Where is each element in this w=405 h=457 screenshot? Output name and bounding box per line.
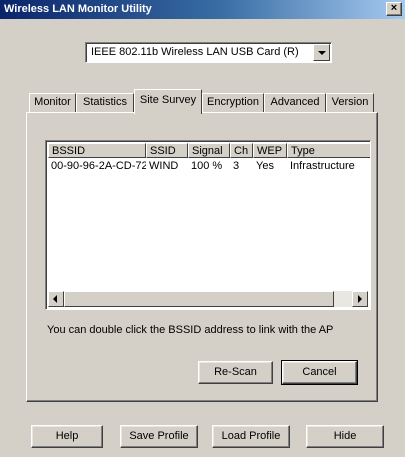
hint-text: You can double click the BSSID address t… [47,324,334,336]
tab-monitor[interactable]: Monitor [29,93,76,112]
cell-type: Infrastructure [290,160,355,172]
list-header: BSSID SSID Signal Ch WEP Type [48,143,370,158]
rescan-button[interactable]: Re-Scan [198,361,273,384]
tab-advanced[interactable]: Advanced [264,93,326,112]
app-window: Wireless LAN Monitor Utility × IEEE 802.… [0,0,405,457]
scroll-left-icon[interactable] [48,291,64,307]
cancel-button[interactable]: Cancel [281,360,358,385]
cell-ssid: WIND [149,160,179,172]
tab-label: Site Survey [139,94,197,106]
site-survey-list[interactable]: BSSID SSID Signal Ch WEP Type 00-90-96-2… [45,140,371,310]
close-button[interactable]: × [386,2,402,16]
site-survey-panel: BSSID SSID Signal Ch WEP Type 00-90-96-2… [26,112,378,402]
cell-channel: 3 [233,160,240,172]
hide-button[interactable]: Hide [306,425,384,448]
chevron-down-icon[interactable] [313,44,330,61]
column-header-type[interactable]: Type [287,143,370,158]
column-header-ssid[interactable]: SSID [146,143,188,158]
window-title: Wireless LAN Monitor Utility [4,3,152,15]
scroll-thumb[interactable] [64,291,334,307]
tab-site-survey[interactable]: Site Survey [134,89,202,114]
column-header-signal[interactable]: Signal [188,143,230,158]
tab-label: Statistics [82,96,127,108]
cell-wep: Yes [256,160,274,172]
close-icon: × [390,2,398,14]
horizontal-scrollbar[interactable] [48,291,368,307]
title-bar[interactable]: Wireless LAN Monitor Utility × [0,0,405,19]
column-header-bssid[interactable]: BSSID [48,143,146,158]
tab-label: Encryption [207,96,259,108]
column-header-wep[interactable]: WEP [253,143,287,158]
cell-bssid: 00-90-96-2A-CD-72 [51,160,146,172]
cell-signal: 100 % [191,160,223,172]
scroll-right-icon[interactable] [352,291,368,307]
tab-label: Monitor [34,96,71,108]
card-select[interactable]: IEEE 802.11b Wireless LAN USB Card (R) [85,42,332,63]
save-profile-button[interactable]: Save Profile [120,425,198,448]
tab-label: Advanced [270,96,320,108]
tab-statistics[interactable]: Statistics [76,93,134,112]
help-button[interactable]: Help [31,425,103,448]
table-row[interactable]: 00-90-96-2A-CD-72 WIND 100 % 3 Yes Infra… [48,159,370,173]
column-header-channel[interactable]: Ch [230,143,253,158]
card-select-value: IEEE 802.11b Wireless LAN USB Card (R) [91,46,299,58]
tab-encryption[interactable]: Encryption [202,93,264,112]
tab-version[interactable]: Version [326,93,374,112]
load-profile-button[interactable]: Load Profile [212,425,290,448]
tab-label: Version [331,96,369,108]
